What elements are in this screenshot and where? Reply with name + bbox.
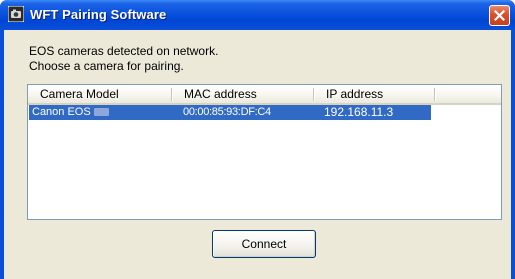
camera-list-row[interactable]: Canon EOS 00:00:85:93:DF:C4 192.168.11.3 (29, 105, 431, 120)
cell-ip-address: 192.168.11.3 (324, 105, 394, 119)
redacted-model-number (93, 108, 109, 117)
column-header-camera-model[interactable]: Camera Model (28, 85, 172, 103)
detected-message: EOS cameras detected on network. (29, 44, 219, 58)
close-button[interactable] (489, 5, 510, 26)
close-icon (494, 10, 505, 21)
camera-model-text: Canon EOS (32, 106, 91, 118)
column-header-filler (435, 85, 501, 103)
connect-button[interactable]: Connect (212, 230, 316, 258)
column-header-mac-address[interactable]: MAC address (172, 85, 314, 103)
dialog-body: EOS cameras detected on network. Choose … (4, 30, 511, 279)
dialog-window: WFT Pairing Software EOS cameras detecte… (0, 0, 515, 279)
column-header-ip-address[interactable]: IP address (314, 85, 435, 103)
title-bar[interactable]: WFT Pairing Software (0, 0, 515, 30)
cell-camera-model: Canon EOS (32, 105, 109, 120)
camera-app-icon (7, 5, 25, 23)
choose-message: Choose a camera for pairing. (29, 59, 184, 73)
camera-list[interactable]: Camera Model MAC address IP address Cano… (27, 84, 502, 220)
cell-mac-address: 00:00:85:93:DF:C4 (183, 106, 271, 118)
camera-list-header: Camera Model MAC address IP address (28, 85, 501, 105)
window-title: WFT Pairing Software (30, 7, 167, 22)
